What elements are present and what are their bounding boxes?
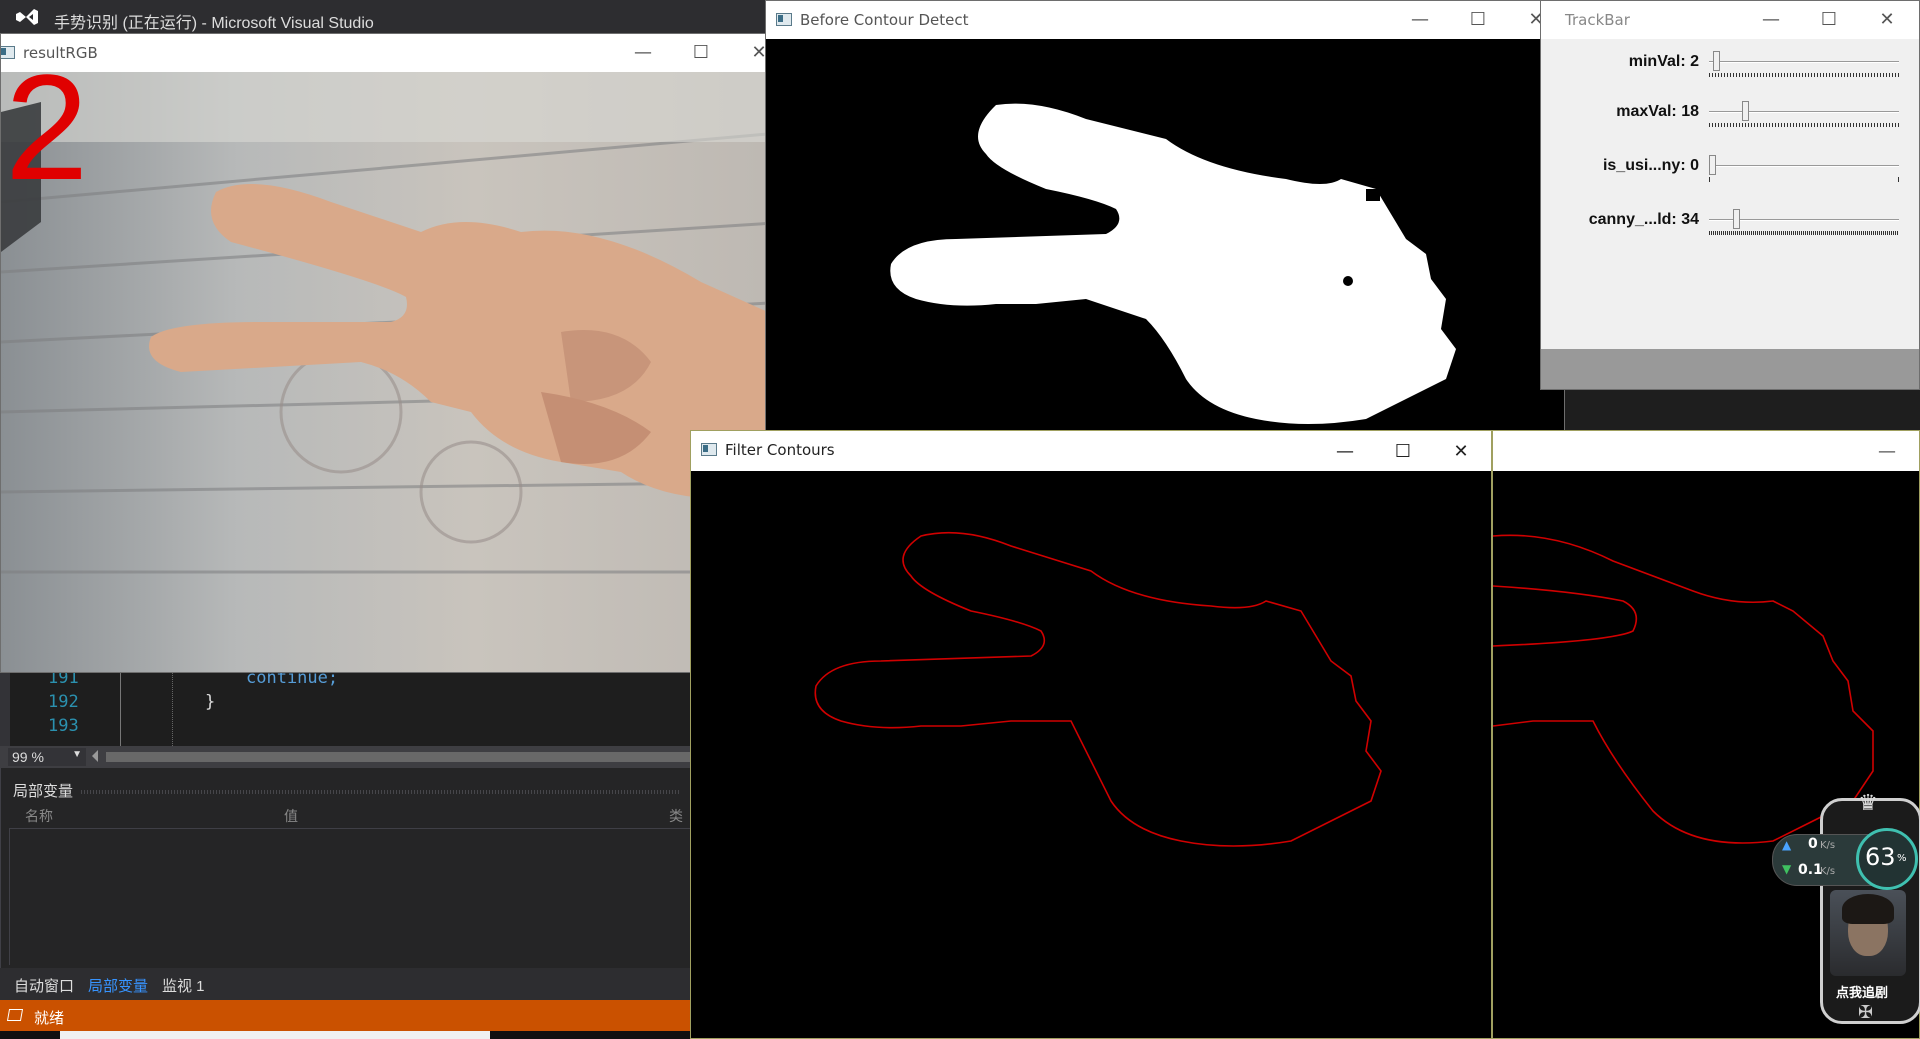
status-text: 就绪	[34, 1010, 65, 1027]
cpu-percent: 63	[1865, 843, 1896, 871]
maximize-icon[interactable]: ☐	[1389, 439, 1417, 465]
net-widget[interactable]: ♛ ▲ 0 K/s ▼ 0.1 K/s 63 % 点我追剧 ✠	[1772, 792, 1920, 1026]
slider-ticks	[1709, 73, 1899, 77]
vs-title-bar: 手势识别 (正在运行) - Microsoft Visual Studio	[0, 0, 770, 34]
status-window-icon	[6, 1009, 24, 1021]
close-icon[interactable]: ✕	[1873, 7, 1901, 33]
zoom-select[interactable]: 99 % ▼	[8, 748, 86, 766]
cpu-percent-unit: %	[1897, 853, 1907, 864]
column-header-value[interactable]: 值	[284, 806, 298, 826]
slider-thumb[interactable]	[1741, 101, 1749, 121]
slider-maxval[interactable]: maxVal: 18	[1569, 97, 1919, 141]
upload-speed: 0	[1808, 836, 1818, 852]
slider-ticks	[1709, 177, 1899, 182]
locals-panel: 局部变量 名称 值 类型	[0, 768, 691, 968]
result-rgb-window[interactable]: resultRGB — ☐ ✕ 2	[0, 33, 789, 673]
slider-track[interactable]	[1709, 111, 1899, 113]
contour-view	[691, 471, 1491, 1038]
tab-locals[interactable]: 局部变量	[88, 975, 148, 996]
maximize-icon[interactable]: ☐	[1464, 7, 1492, 33]
taskbar-app[interactable]	[60, 1031, 490, 1039]
tab-autos[interactable]: 自动窗口	[14, 975, 74, 996]
minimize-icon[interactable]: —	[1757, 7, 1785, 33]
slider-ticks	[1709, 123, 1899, 127]
filter-contours-window[interactable]: Filter Contours — ☐ ✕	[690, 430, 1492, 1039]
editor-scroll-row: 99 % ▼	[0, 746, 690, 768]
maximize-icon[interactable]: ☐	[1815, 7, 1843, 33]
trackbar-title-bar[interactable]: TrackBar — ☐ ✕	[1541, 1, 1919, 39]
line-number: 193	[48, 716, 79, 736]
ad-hair	[1842, 894, 1894, 924]
minimize-icon[interactable]: —	[629, 40, 657, 66]
trackbar-body: minVal: 2 maxVal: 18 is_usi...ny: 0 cann…	[1569, 39, 1919, 349]
window-icon	[776, 13, 792, 26]
filter-contours-title-bar[interactable]: Filter Contours — ☐ ✕	[691, 431, 1491, 471]
upload-arrow-icon: ▲	[1782, 838, 1792, 852]
indent-guide	[172, 670, 173, 746]
close-icon[interactable]: ✕	[1447, 439, 1475, 465]
before-contour-title-bar[interactable]: Before Contour Detect — ☐ ✕	[766, 1, 1564, 39]
result-rgb-title-bar[interactable]: resultRGB — ☐ ✕	[1, 34, 788, 72]
camera-frame: 2	[1, 52, 788, 672]
slider-canny-threshold[interactable]: canny_...ld: 34	[1569, 205, 1919, 249]
vs-window-title: 手势识别 (正在运行) - Microsoft Visual Studio	[54, 15, 374, 32]
maximize-icon[interactable]: ☐	[687, 40, 715, 66]
trackbar-title: TrackBar	[1565, 11, 1630, 29]
editor-margin	[0, 670, 10, 746]
binary-mask-view	[766, 39, 1564, 431]
download-unit: K/s	[1820, 866, 1836, 877]
before-contour-window[interactable]: Before Contour Detect — ☐ ✕	[765, 0, 1565, 432]
panel-title-rule	[81, 790, 681, 794]
chevron-down-icon: ▼	[72, 749, 82, 760]
slider-label: canny_...ld: 34	[1588, 211, 1699, 228]
download-arrow-icon: ▼	[1782, 862, 1792, 876]
horizontal-scrollbar[interactable]	[106, 752, 690, 762]
minimize-icon[interactable]: —	[1873, 439, 1901, 465]
vs-logo-icon	[14, 8, 40, 26]
camera-scene	[1, 72, 788, 574]
slider-thumb[interactable]	[1712, 51, 1720, 71]
slider-track[interactable]	[1709, 165, 1899, 167]
detected-finger-count: 2	[5, 43, 89, 211]
slider-label: minVal: 2	[1628, 53, 1699, 70]
slider-label: maxVal: 18	[1616, 103, 1699, 120]
locals-panel-title: 局部变量	[13, 783, 74, 800]
column-header-name[interactable]: 名称	[25, 806, 53, 826]
fold-line	[120, 670, 121, 746]
minimize-icon[interactable]: —	[1406, 7, 1434, 33]
trackbar-window[interactable]: TrackBar — ☐ ✕ minVal: 2 maxVal: 18 is_u…	[1540, 0, 1920, 390]
tab-watch-1[interactable]: 监视 1	[162, 975, 205, 996]
slider-track[interactable]	[1709, 61, 1899, 63]
partial-window-title-bar[interactable]: —	[1493, 431, 1919, 471]
slider-minval[interactable]: minVal: 2	[1569, 47, 1919, 91]
slider-thumb[interactable]	[1709, 155, 1716, 175]
filter-contours-title: Filter Contours	[725, 441, 835, 459]
cpu-gauge: 63 %	[1856, 828, 1918, 890]
trackbar-footer	[1541, 349, 1919, 389]
panel-tabs: 自动窗口 局部变量 监视 1	[0, 968, 690, 1000]
crown-icon: ♛	[1858, 791, 1878, 816]
slider-thumb[interactable]	[1733, 209, 1741, 229]
code-editor[interactable]: 191 192 193 continue; }	[0, 668, 690, 746]
minimize-icon[interactable]: —	[1331, 439, 1359, 465]
line-number: 192	[48, 692, 79, 712]
zoom-value: 99 %	[12, 749, 44, 765]
scroll-left-icon[interactable]	[92, 750, 98, 762]
code-line: }	[205, 692, 216, 712]
decor-icon: ✠	[1858, 1002, 1874, 1023]
before-contour-title: Before Contour Detect	[800, 11, 969, 29]
hand-mask	[890, 103, 1456, 424]
ad-text[interactable]: 点我追剧	[1836, 982, 1888, 1001]
upload-unit: K/s	[1820, 840, 1836, 851]
slider-label: is_usi...ny: 0	[1602, 157, 1699, 174]
status-bar: 就绪	[0, 1000, 690, 1031]
slider-ticks	[1709, 231, 1899, 235]
ad-thumbnail[interactable]	[1830, 890, 1906, 976]
locals-grid	[9, 828, 690, 965]
slider-is-using-canny[interactable]: is_usi...ny: 0	[1569, 151, 1919, 195]
window-icon	[701, 443, 717, 456]
hand-contour	[814, 531, 1382, 847]
